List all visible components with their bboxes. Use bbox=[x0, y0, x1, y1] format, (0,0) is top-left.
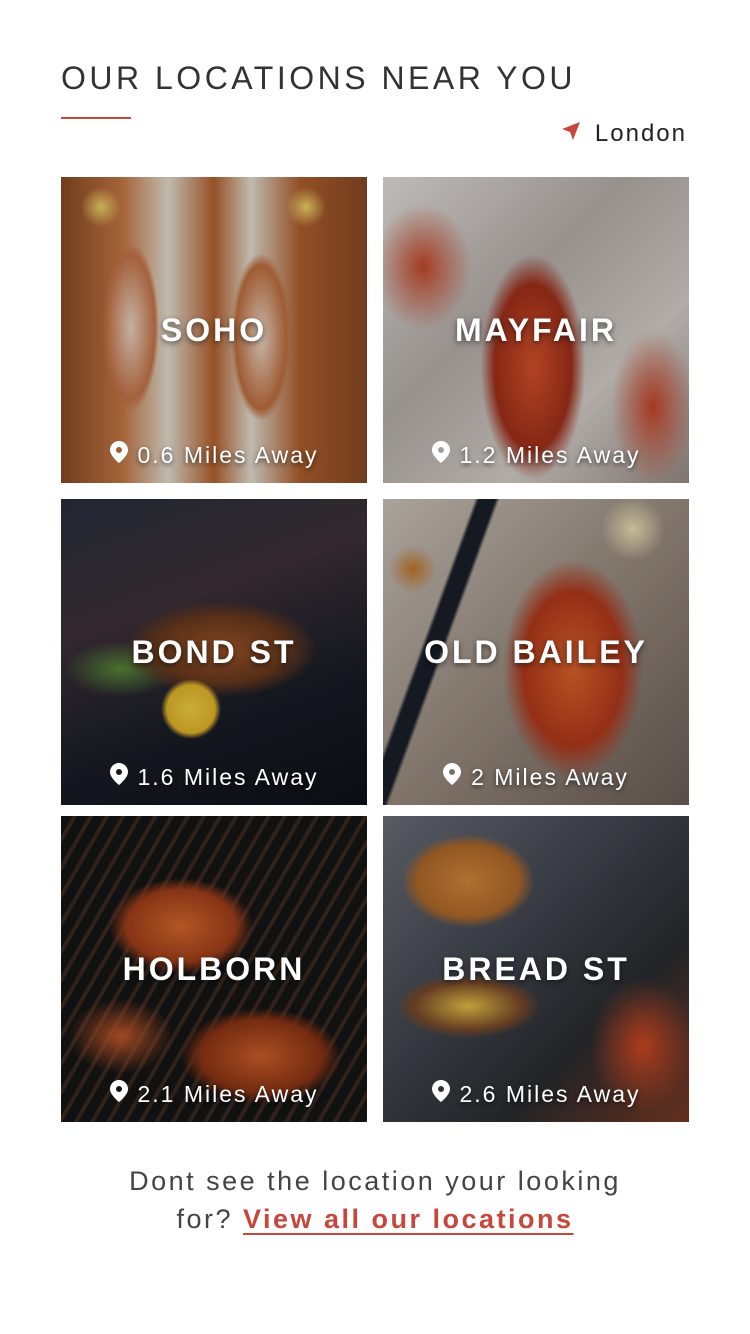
map-pin-icon bbox=[109, 1080, 128, 1108]
location-distance: 1.2 Miles Away bbox=[383, 441, 689, 469]
location-name: OLD BAILEY bbox=[424, 634, 648, 670]
footer-prefix: for? bbox=[176, 1204, 233, 1234]
map-pin-icon bbox=[431, 1080, 450, 1108]
map-pin-icon bbox=[109, 763, 128, 791]
location-card-bond-st[interactable]: BOND ST 1.6 Miles Away bbox=[61, 499, 367, 805]
location-arrow-icon bbox=[561, 120, 581, 148]
location-card-mayfair[interactable]: MAYFAIR 1.2 Miles Away bbox=[383, 177, 689, 483]
location-distance: 2.6 Miles Away bbox=[383, 1080, 689, 1108]
location-card-old-bailey[interactable]: OLD BAILEY 2 Miles Away bbox=[383, 499, 689, 805]
location-distance: 2 Miles Away bbox=[383, 763, 689, 791]
distance-label: 1.2 Miles Away bbox=[459, 441, 641, 468]
location-card-bread-st[interactable]: BREAD ST 2.6 Miles Away bbox=[383, 816, 689, 1122]
location-name: HOLBORN bbox=[122, 951, 306, 987]
view-all-locations-link[interactable]: View all our locations bbox=[243, 1204, 574, 1234]
location-distance: 0.6 Miles Away bbox=[61, 441, 367, 469]
map-pin-icon bbox=[109, 441, 128, 469]
city-label: London bbox=[594, 120, 687, 147]
distance-label: 2.6 Miles Away bbox=[459, 1080, 641, 1107]
location-name: BREAD ST bbox=[442, 951, 630, 987]
location-card-holborn[interactable]: HOLBORN 2.1 Miles Away bbox=[61, 816, 367, 1122]
location-distance: 1.6 Miles Away bbox=[61, 763, 367, 791]
distance-label: 2.1 Miles Away bbox=[137, 1080, 319, 1107]
location-name: MAYFAIR bbox=[454, 312, 618, 348]
map-pin-icon bbox=[443, 763, 462, 791]
page-title: OUR LOCATIONS NEAR YOU bbox=[61, 60, 576, 96]
distance-label: 2 Miles Away bbox=[471, 763, 629, 790]
location-distance: 2.1 Miles Away bbox=[61, 1080, 367, 1108]
title-underline bbox=[61, 117, 131, 119]
footer-line-1: Dont see the location your looking bbox=[129, 1166, 621, 1196]
location-name: SOHO bbox=[160, 312, 268, 348]
location-name: BOND ST bbox=[131, 634, 297, 670]
footer-prompt: Dont see the location your looking for? … bbox=[0, 1162, 750, 1238]
footer-line-2: for? View all our locations bbox=[0, 1200, 750, 1238]
map-pin-icon bbox=[431, 441, 450, 469]
location-card-soho[interactable]: SOHO 0.6 Miles Away bbox=[61, 177, 367, 483]
city-selector[interactable]: London bbox=[561, 120, 687, 148]
distance-label: 0.6 Miles Away bbox=[137, 441, 319, 468]
distance-label: 1.6 Miles Away bbox=[137, 763, 319, 790]
